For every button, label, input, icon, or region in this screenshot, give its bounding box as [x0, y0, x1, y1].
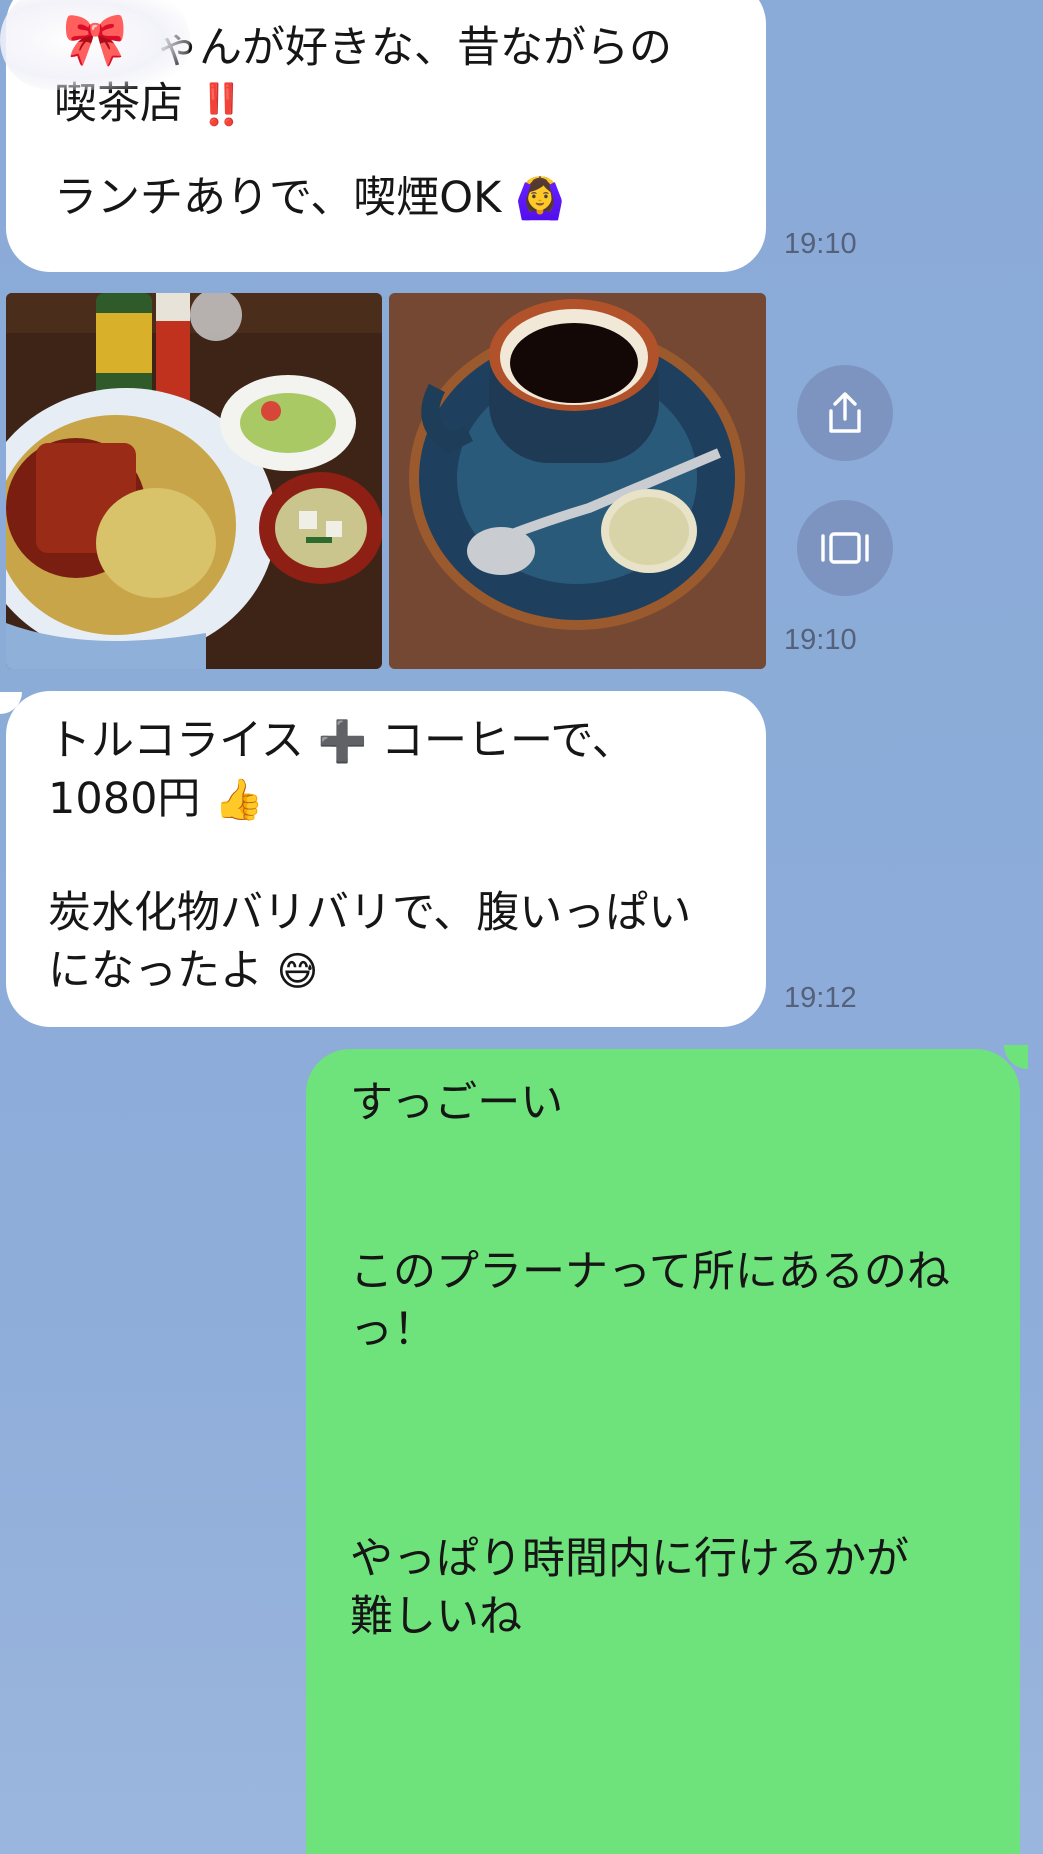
message-text-line: ゃんが好きな、昔ながらの	[156, 23, 672, 73]
outgoing-message-4[interactable]: すっごーい このプラーナって所にあるのね っ！ やっぱり時間内に行けるかが 難し…	[306, 1049, 1020, 1854]
message-text-line: 炭水化物バリバリで、腹いっぱい	[48, 888, 692, 938]
message-text-line: すっごーい	[350, 1078, 564, 1128]
timestamp: 19:10	[784, 624, 857, 656]
double-exclamation-icon: ‼️	[196, 82, 247, 128]
photo-coffee[interactable]	[389, 293, 766, 669]
message-text-line: っ！	[350, 1305, 436, 1355]
photo-turkish-rice[interactable]	[6, 293, 382, 669]
message-text-line: コーヒーで、	[381, 716, 635, 766]
message-text-line: やっぱり時間内に行けるかが	[350, 1534, 909, 1584]
ok-gesture-emoji-icon: 🙆‍♀️	[515, 176, 565, 222]
ribbon-icon: 🎀	[62, 10, 128, 70]
message-text-line: 難しいね	[350, 1592, 522, 1642]
share-icon	[829, 392, 861, 433]
fullscreen-icon	[821, 532, 869, 564]
incoming-message-3[interactable]: トルコライス ➕ コーヒーで、 1080円 👍 炭水化物バリバリで、腹いっぱい …	[6, 691, 766, 1027]
timestamp: 19:10	[784, 228, 857, 260]
message-text-line: 1080円	[48, 774, 201, 824]
message-text-line: トルコライス	[48, 716, 304, 766]
message-text-line: このプラーナって所にあるのね	[350, 1247, 950, 1297]
message-text-line: ランチありで、喫煙OK	[54, 173, 502, 223]
grinning-sweat-icon: 😅	[276, 949, 319, 995]
timestamp: 19:12	[784, 982, 857, 1014]
fullscreen-button[interactable]	[797, 500, 893, 596]
thumbs-up-icon: 👍	[214, 777, 264, 823]
plus-icon: ➕	[317, 719, 368, 765]
ribbon-sticker: 🎀	[0, 0, 190, 90]
share-button[interactable]	[797, 365, 893, 461]
message-text-line: になったよ	[48, 946, 263, 996]
chat-screen[interactable]: ゃんが好きな、昔ながらの 喫茶店 ‼️ ランチありで、喫煙OK 🙆‍♀️ 🎀 1…	[0, 0, 1043, 1854]
